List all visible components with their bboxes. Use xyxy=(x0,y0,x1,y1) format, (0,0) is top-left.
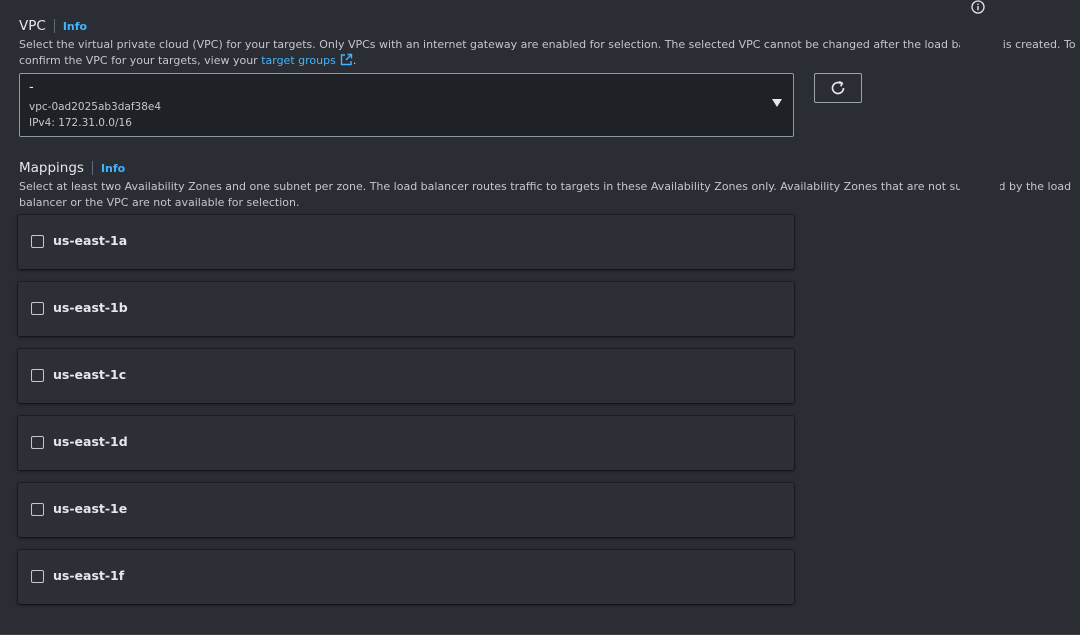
info-circle-icon[interactable] xyxy=(971,0,985,14)
vpc-selected-name: - xyxy=(29,80,34,95)
zone-label: us-east-1a xyxy=(53,233,128,248)
zone-checkbox[interactable] xyxy=(31,369,44,382)
availability-zone-item[interactable]: us-east-1f xyxy=(18,550,794,604)
overlay-mask xyxy=(960,36,1000,54)
availability-zone-item[interactable]: us-east-1a xyxy=(18,215,794,269)
refresh-icon xyxy=(831,80,845,95)
refresh-button[interactable] xyxy=(814,73,862,103)
zone-checkbox[interactable] xyxy=(31,436,44,449)
vpc-info-link[interactable]: Info xyxy=(63,20,87,33)
overlay-mask xyxy=(960,178,1000,196)
target-groups-link[interactable]: target groups xyxy=(261,54,336,67)
mappings-description: Select at least two Availability Zones a… xyxy=(19,179,1072,211)
zone-checkbox[interactable] xyxy=(31,302,44,315)
zone-checkbox[interactable] xyxy=(31,503,44,516)
zone-checkbox[interactable] xyxy=(31,570,44,583)
external-link-icon[interactable] xyxy=(340,53,353,71)
mappings-description-line1: Select at least two Availability Zones a… xyxy=(19,180,1072,193)
zone-checkbox[interactable] xyxy=(31,235,44,248)
vpc-description-suffix: . xyxy=(352,54,357,67)
vpc-selected-cidr: IPv4: 172.31.0.0/16 xyxy=(29,117,132,129)
vpc-title: VPC xyxy=(19,18,46,34)
vpc-select[interactable]: - vpc-0ad2025ab3daf38e4 IPv4: 172.31.0.0… xyxy=(19,73,794,137)
vpc-description-line1: Select the virtual private cloud (VPC) f… xyxy=(19,38,1076,51)
mappings-header: Mappings Info xyxy=(19,160,125,176)
availability-zone-item[interactable]: us-east-1d xyxy=(18,416,794,470)
zone-label: us-east-1c xyxy=(53,367,127,382)
mappings-title: Mappings xyxy=(19,160,84,176)
zone-label: us-east-1f xyxy=(53,568,125,583)
zone-label: us-east-1e xyxy=(53,501,128,516)
vpc-selected-id: vpc-0ad2025ab3daf38e4 xyxy=(29,101,162,113)
load-balancer-network-mapping: VPC Info Select the virtual private clou… xyxy=(0,0,1080,635)
zone-label: us-east-1d xyxy=(53,434,128,449)
mappings-description-line2: balancer or the VPC are not available fo… xyxy=(19,196,300,209)
availability-zone-item[interactable]: us-east-1c xyxy=(18,349,794,403)
vpc-description: Select the virtual private cloud (VPC) f… xyxy=(19,37,1076,71)
header-divider xyxy=(91,161,93,175)
vpc-description-prefix: confirm the VPC for your targets, view y… xyxy=(19,54,258,67)
mappings-info-link[interactable]: Info xyxy=(101,162,125,175)
header-divider xyxy=(53,19,55,33)
caret-down-icon[interactable] xyxy=(772,99,782,107)
availability-zone-item[interactable]: us-east-1e xyxy=(18,483,794,537)
availability-zone-item[interactable]: us-east-1b xyxy=(18,282,794,336)
vpc-header: VPC Info xyxy=(19,18,87,34)
vpc-description-line2: confirm the VPC for your targets, view y… xyxy=(19,53,1059,71)
zone-label: us-east-1b xyxy=(53,300,128,315)
